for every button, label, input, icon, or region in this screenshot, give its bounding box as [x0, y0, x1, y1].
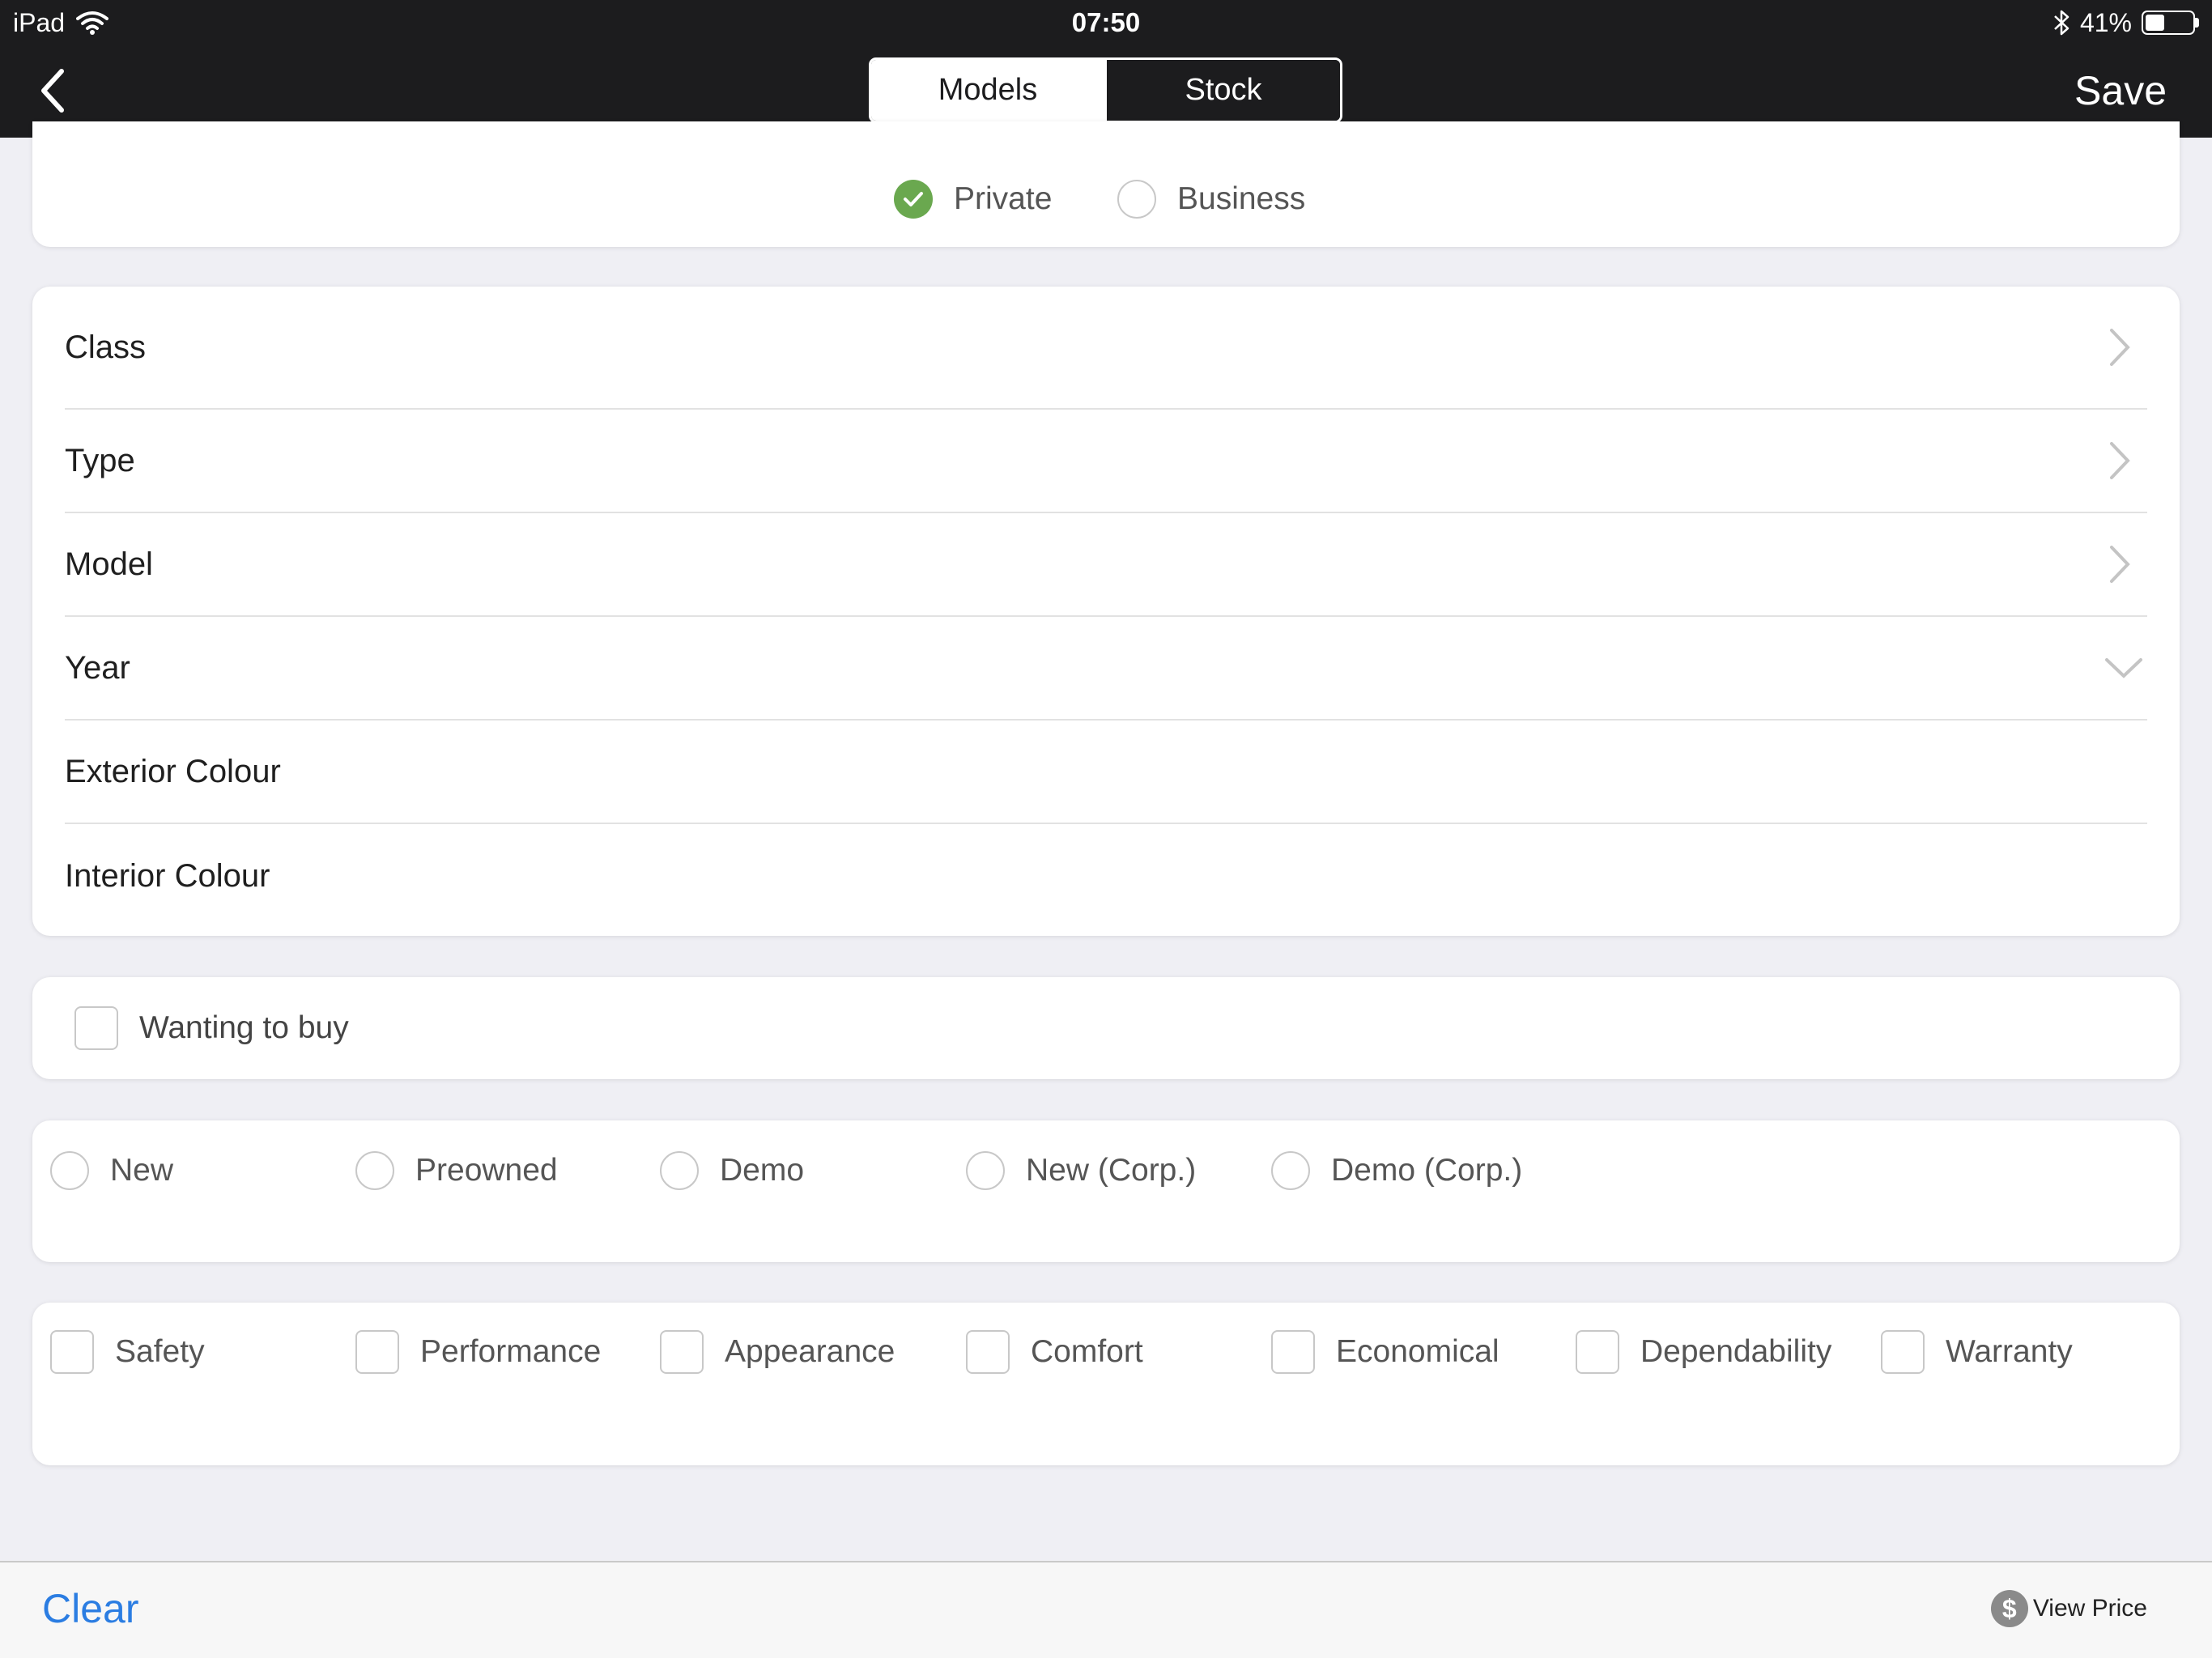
condition-radio[interactable]	[660, 1151, 699, 1190]
chevron-right-icon	[2110, 329, 2130, 366]
feature-option-warranty[interactable]: Warranty	[1881, 1330, 2073, 1374]
condition-label: Demo (Corp.)	[1331, 1153, 1523, 1188]
feature-label: Warranty	[1946, 1334, 2073, 1369]
feature-label: Appearance	[725, 1334, 895, 1369]
condition-option-preowned[interactable]: Preowned	[355, 1151, 558, 1190]
bluetooth-icon	[2054, 10, 2069, 36]
feature-option-appearance[interactable]: Appearance	[660, 1330, 895, 1374]
checkmark-icon	[904, 192, 923, 206]
field-model-label: Model	[65, 546, 153, 582]
battery-tip	[2195, 18, 2199, 28]
condition-radio[interactable]	[355, 1151, 394, 1190]
condition-radio[interactable]	[1271, 1151, 1310, 1190]
feature-option-comfort[interactable]: Comfort	[966, 1330, 1143, 1374]
wanting-to-buy-card: Wanting to buy	[32, 977, 2180, 1079]
field-class[interactable]: Class	[65, 287, 2147, 408]
feature-option-safety[interactable]: Safety	[50, 1330, 205, 1374]
feature-checkbox[interactable]	[660, 1330, 704, 1374]
wanting-to-buy-checkbox[interactable]	[74, 1006, 118, 1050]
features-card: Safety Performance Appearance Comfort Ec…	[32, 1303, 2180, 1465]
feature-option-economical[interactable]: Economical	[1271, 1330, 1499, 1374]
condition-option-demo[interactable]: Demo	[660, 1151, 804, 1190]
field-type-label: Type	[65, 442, 135, 478]
field-model[interactable]: Model	[65, 513, 2147, 615]
feature-label: Safety	[115, 1334, 205, 1369]
field-year-label: Year	[65, 649, 130, 686]
customer-type-card: Private Business	[32, 121, 2180, 247]
wanting-to-buy-label: Wanting to buy	[139, 1010, 349, 1045]
field-interior-colour[interactable]: Interior Colour	[65, 824, 2147, 928]
condition-radio[interactable]	[966, 1151, 1005, 1190]
battery-percent: 41%	[2079, 7, 2132, 37]
feature-option-dependability[interactable]: Dependability	[1576, 1330, 1831, 1374]
chevron-right-icon	[2110, 442, 2130, 479]
save-button[interactable]: Save	[2074, 63, 2167, 118]
condition-label: New	[110, 1153, 174, 1188]
dollar-icon: $	[1990, 1590, 2028, 1627]
clear-button[interactable]: Clear	[42, 1585, 138, 1632]
business-option[interactable]: Business	[1117, 180, 1305, 219]
condition-card: New Preowned Demo New (Corp.) Demo (Corp…	[32, 1120, 2180, 1262]
condition-option-new-corp[interactable]: New (Corp.)	[966, 1151, 1196, 1190]
vehicle-fields-card: Class Type Model Year Exterior Colour In…	[32, 287, 2180, 936]
private-radio[interactable]	[894, 180, 933, 219]
tab-models[interactable]: Models	[871, 60, 1104, 121]
condition-option-demo-corp[interactable]: Demo (Corp.)	[1271, 1151, 1522, 1190]
status-bar-right: 41%	[2052, 6, 2199, 39]
chevron-left-icon	[41, 69, 64, 113]
feature-checkbox[interactable]	[50, 1330, 94, 1374]
chevron-down-icon	[2105, 658, 2142, 678]
feature-checkbox[interactable]	[1881, 1330, 1925, 1374]
chevron-right-icon	[2110, 546, 2130, 583]
feature-label: Dependability	[1640, 1334, 1832, 1369]
private-label: Private	[954, 181, 1053, 216]
navigation-bar: iPad 07:50 41% Models Stock Save	[0, 0, 2212, 138]
feature-label: Economical	[1336, 1334, 1499, 1369]
condition-option-new[interactable]: New	[50, 1151, 173, 1190]
segmented-control: Models Stock	[869, 57, 1342, 123]
condition-label: Preowned	[415, 1153, 558, 1188]
condition-radio[interactable]	[50, 1151, 89, 1190]
feature-checkbox[interactable]	[1271, 1330, 1315, 1374]
feature-option-performance[interactable]: Performance	[355, 1330, 601, 1374]
business-label: Business	[1177, 181, 1306, 216]
field-year[interactable]: Year	[65, 617, 2147, 719]
field-interior-colour-label: Interior Colour	[65, 857, 270, 894]
feature-label: Performance	[420, 1334, 602, 1369]
back-button[interactable]	[32, 66, 73, 115]
battery-icon	[2142, 11, 2195, 35]
view-price-button[interactable]: $ View Price	[1990, 1590, 2147, 1627]
bottom-toolbar: Clear $ View Price	[0, 1561, 2212, 1658]
field-class-label: Class	[65, 329, 147, 365]
battery-fill	[2146, 15, 2164, 31]
condition-label: Demo	[720, 1153, 805, 1188]
condition-label: New (Corp.)	[1026, 1153, 1197, 1188]
private-option[interactable]: Private	[894, 180, 1052, 219]
feature-label: Comfort	[1031, 1334, 1143, 1369]
feature-checkbox[interactable]	[1576, 1330, 1619, 1374]
feature-checkbox[interactable]	[355, 1330, 399, 1374]
tab-stock[interactable]: Stock	[1104, 60, 1340, 121]
status-time: 07:50	[1071, 7, 1141, 37]
view-price-label: View Price	[2032, 1595, 2147, 1622]
feature-checkbox[interactable]	[966, 1330, 1010, 1374]
business-radio[interactable]	[1117, 180, 1156, 219]
field-exterior-colour[interactable]: Exterior Colour	[65, 721, 2147, 823]
wanting-to-buy-option[interactable]: Wanting to buy	[74, 1006, 349, 1050]
field-exterior-colour-label: Exterior Colour	[65, 753, 281, 789]
field-type[interactable]: Type	[65, 410, 2147, 512]
